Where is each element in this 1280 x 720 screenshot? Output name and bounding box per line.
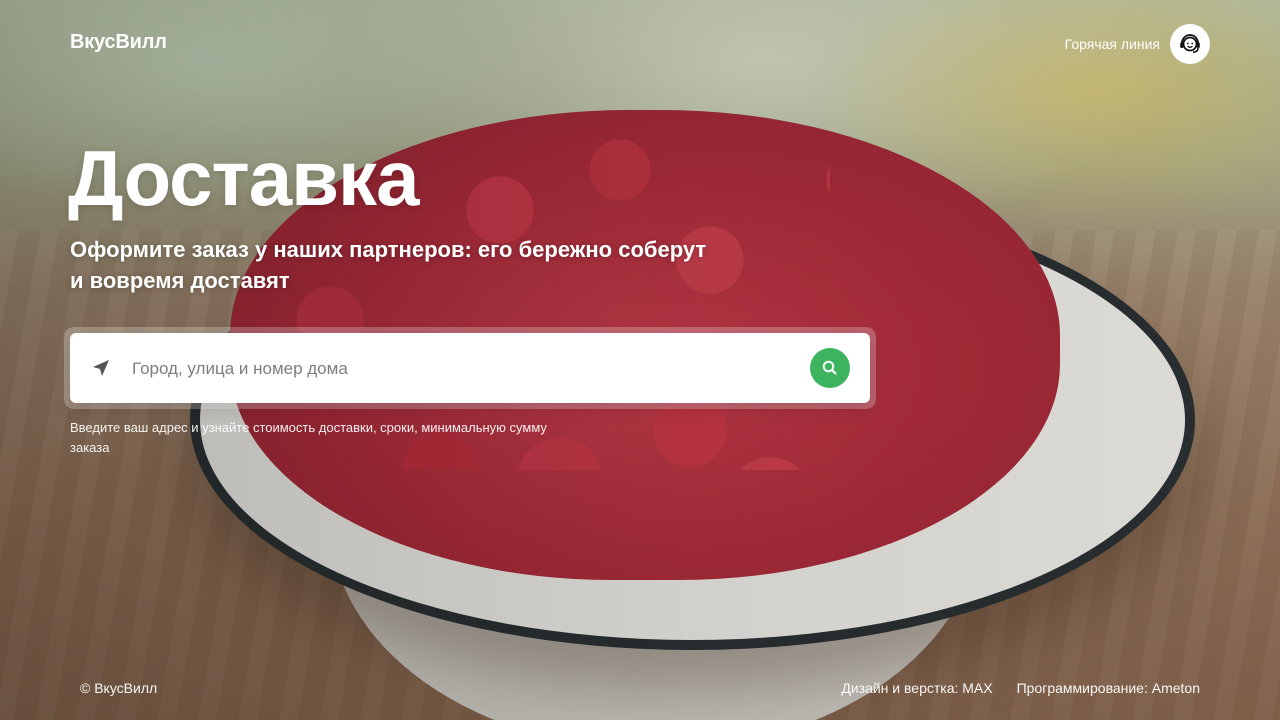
- design-credit-link[interactable]: Дизайн и верстка: MAX: [841, 680, 992, 696]
- page-title: Доставка: [68, 134, 419, 222]
- footer-copyright: © ВкусВилл: [80, 680, 158, 696]
- brand-logo[interactable]: ВкусВилл: [70, 31, 167, 54]
- search-button[interactable]: [810, 348, 850, 388]
- dev-credit-link[interactable]: Программирование: Ameton: [1017, 680, 1200, 696]
- search-icon: [822, 360, 837, 375]
- address-input[interactable]: [130, 333, 794, 405]
- page-subtitle: Оформите заказ у наших партнеров: его бе…: [70, 237, 707, 293]
- hotline[interactable]: Горячая линия: [1065, 24, 1210, 64]
- location-arrow-icon: [90, 357, 112, 379]
- hotline-label[interactable]: Горячая линия: [1065, 36, 1160, 52]
- search-hint: Введите ваш адрес и узнайте стоимость до…: [70, 420, 547, 455]
- address-search-bar: [70, 333, 870, 405]
- footer-credits: Дизайн и верстка: MAX Программирование: …: [841, 680, 1200, 696]
- support-agent-icon[interactable]: [1170, 24, 1210, 64]
